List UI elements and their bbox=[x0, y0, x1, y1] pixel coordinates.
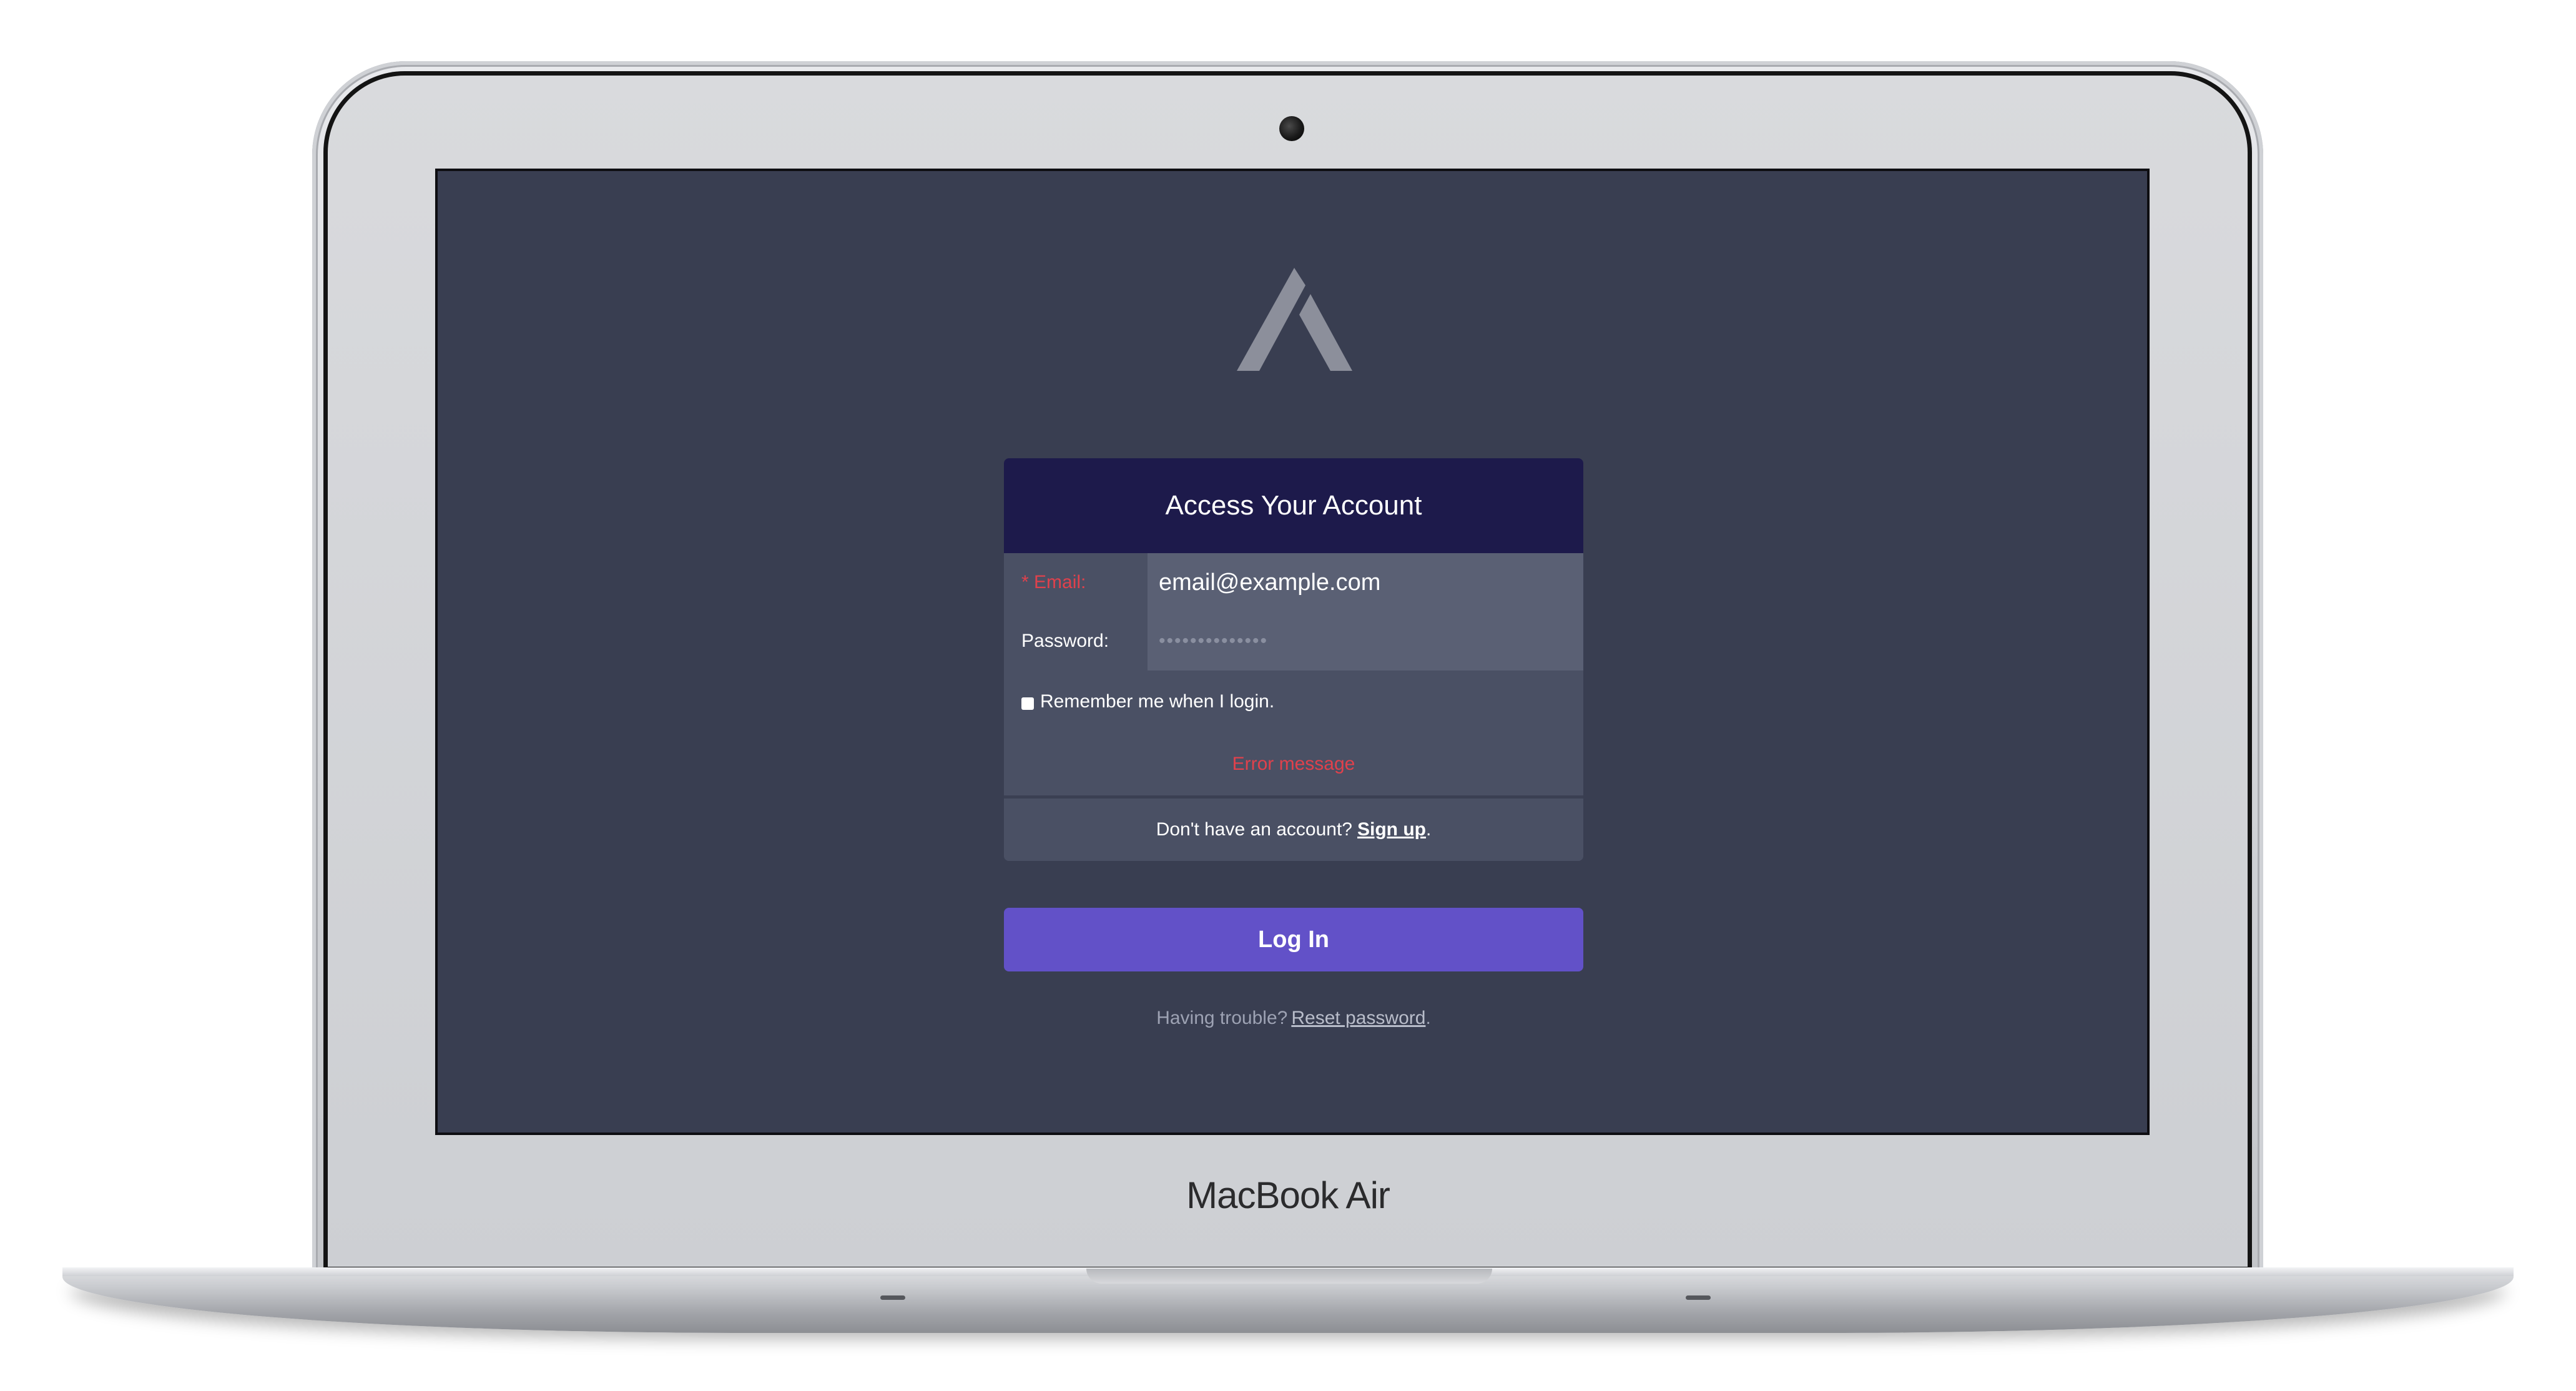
error-message: Error message bbox=[1004, 733, 1583, 795]
reset-suffix: . bbox=[1425, 1008, 1431, 1028]
card-title: Access Your Account bbox=[1004, 458, 1583, 553]
signup-suffix: . bbox=[1425, 819, 1432, 840]
remember-me-label: Remember me when I login. bbox=[1040, 691, 1275, 712]
signup-prompt: Don't have an account? bbox=[1156, 819, 1352, 840]
laptop-foot-left bbox=[880, 1295, 905, 1300]
email-row: * Email: email@example.com bbox=[1004, 553, 1583, 612]
signup-row: Don't have an account? Sign up . bbox=[1004, 799, 1583, 861]
screen: Access Your Account * Email: email@examp… bbox=[435, 169, 2150, 1135]
camera-icon bbox=[1279, 116, 1304, 141]
login-button[interactable]: Log In bbox=[1004, 908, 1583, 971]
trouble-prompt: Having trouble? bbox=[1156, 1008, 1288, 1028]
email-label: * Email: bbox=[1004, 553, 1148, 612]
password-row: Password: •••••••••••••• bbox=[1004, 612, 1583, 671]
remember-me-checkbox[interactable] bbox=[1021, 697, 1034, 710]
laptop-mockup: Access Your Account * Email: email@examp… bbox=[0, 0, 2576, 1391]
device-brand-label: MacBook Air bbox=[1186, 1174, 1390, 1216]
password-label: Password: bbox=[1004, 612, 1148, 671]
login-card: Access Your Account * Email: email@examp… bbox=[1004, 458, 1583, 861]
email-input[interactable]: email@example.com bbox=[1148, 553, 1583, 612]
laptop-foot-right bbox=[1686, 1295, 1711, 1300]
remember-me-row[interactable]: Remember me when I login. bbox=[1004, 671, 1583, 733]
signup-link[interactable]: Sign up bbox=[1357, 819, 1426, 840]
logo-icon bbox=[1237, 268, 1352, 371]
password-input[interactable]: •••••••••••••• bbox=[1148, 612, 1583, 671]
trouble-row: Having trouble? Reset password. bbox=[1004, 1008, 1583, 1029]
laptop-notch bbox=[1086, 1269, 1492, 1284]
reset-password-link[interactable]: Reset password bbox=[1291, 1008, 1425, 1028]
login-fields: * Email: email@example.com Password: •••… bbox=[1004, 553, 1583, 671]
